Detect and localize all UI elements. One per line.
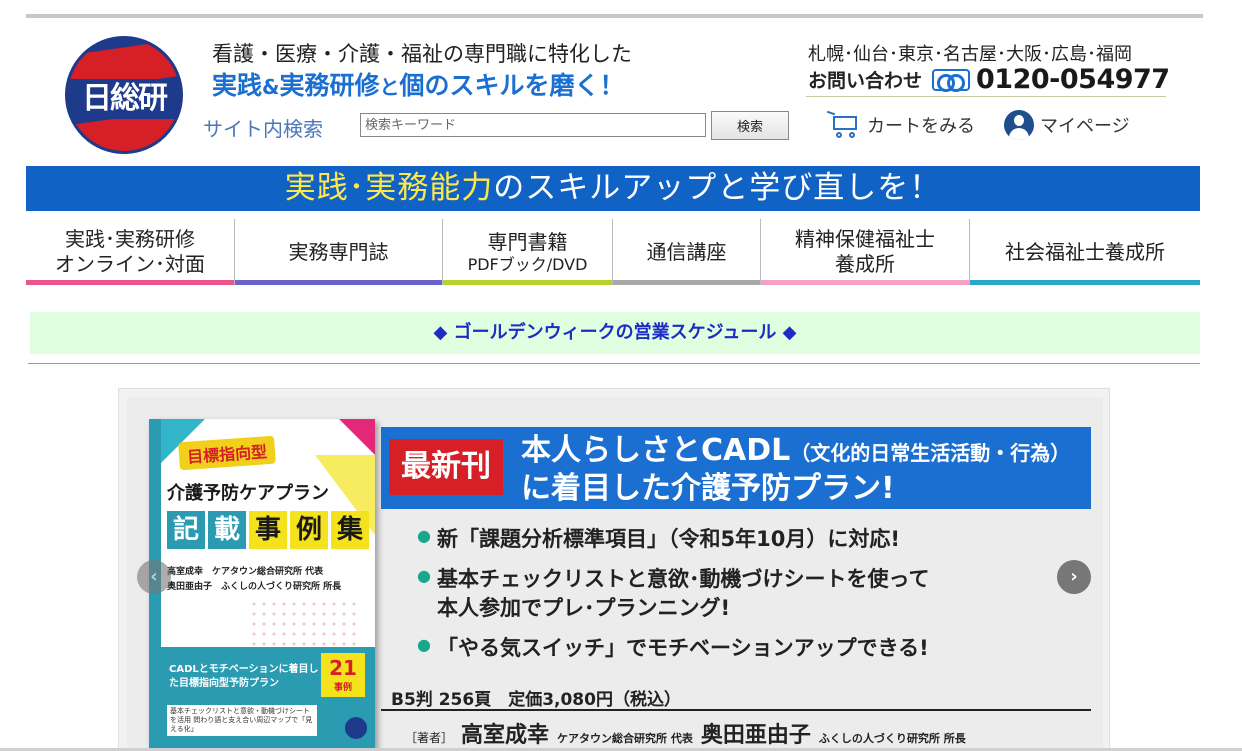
book-panel-text: CADLとモチベーションに着目した目標指向型予防プラン [169,664,319,689]
slide[interactable]: 目標指向型 介護予防ケアプラン 記 載 事 例 集 高室成幸 ケアタウン総合研究… [127,397,1103,751]
mypage-label: マイページ [1040,116,1130,137]
nav-item-label: 専門書籍 [487,229,568,254]
book-author: 高室成幸 ケアタウン総合研究所 代表 [167,567,324,577]
ad-headline-box: 最新刊 本人らしさとCADL（文化的日常生活活動・行為） に着目した介護予防プラ… [381,427,1091,509]
nav-item-training[interactable]: 実践･実務研修 オンライン･対面 [26,219,235,285]
nav-item-label: 実務専門誌 [288,239,389,264]
ad-title-line2: に着目した介護予防プラン! [521,471,895,506]
nav-item-sw-school[interactable]: 社会福祉士養成所 [970,219,1200,285]
slider-prev-button[interactable]: ‹ [137,560,171,594]
nav-item-sublabel: オンライン･対面 [55,252,205,276]
ad-title-paren: （文化的日常生活活動・行為） [790,441,1071,465]
logo-text: 日総研 [68,79,180,119]
ad-bullet: 新「課題分析標準項目」（令和5年10月）に対応! [417,525,929,553]
book-title-char: 集 [331,511,369,549]
chevron-right-icon: › [1070,566,1078,587]
nav-color-bar [761,280,969,285]
contact-info: お問い合わせ 0120-054977 [808,64,1170,95]
chevron-left-icon: ‹ [150,566,158,587]
book-case-number: 21 [329,656,357,680]
author2-org: ふくしの人づくり研究所 所長 [818,732,966,745]
search-label: サイト内検索 [203,117,323,141]
nav-item-psw-school[interactable]: 精神保健福祉士 養成所 [761,219,970,285]
book-title-char: 記 [167,511,205,549]
nav-item-label: 通信講座 [646,239,727,264]
main-nav: 実践･実務研修 オンライン･対面 実務専門誌 専門書籍 PDFブック/DVD 通… [26,219,1200,285]
author-prefix: ［著者］ [405,731,454,745]
author1-name: 高室成幸 [461,723,550,748]
book-case-unit: 事例 [333,683,352,693]
book-badge: 目標指向型 [178,435,276,471]
book-panel-strip: 基本チェックリストと意欲・動機づけシートを活用 問わり語と支え合い周辺マップで「… [167,705,317,737]
ad-bullet: 基本チェックリストと意欲･動機づけシートを使って 本人参加でプレ･プランニング! [417,565,929,622]
ad-bullet: 「やる気スイッチ」でモチベーションアップできる! [417,634,929,662]
ad-title: 本人らしさとCADL（文化的日常生活活動・行為） に着目した介護予防プラン! [521,433,1070,507]
nav-item-label: 社会福祉士養成所 [1005,239,1165,264]
gw-schedule-notice[interactable]: ◆ ゴールデンウィークの営業スケジュール ◆ [30,312,1200,354]
cart-link[interactable]: カートをみる [826,110,975,140]
promo-slider[interactable]: 目標指向型 介護予防ケアプラン 記 載 事 例 集 高室成幸 ケアタウン総合研究… [118,388,1110,751]
hero-part4: のスキルアップ [493,170,718,206]
phone-number[interactable]: 0120-054977 [976,64,1170,95]
nav-item-sublabel: 養成所 [835,252,895,276]
nav-item-label: 実践･実務研修 [65,227,195,251]
book-cover-image[interactable]: 目標指向型 介護予防ケアプラン 記 載 事 例 集 高室成幸 ケアタウン総合研究… [149,419,375,749]
search-input[interactable] [360,113,706,137]
book-case-count: 21 事例 [321,653,365,697]
search-button[interactable]: 検索 [711,111,789,140]
tagline-line1: 看護・医療・介護・福祉の専門職に特化した [212,42,632,66]
tagline-skill: 個のスキルを磨く！ [399,71,625,100]
book-title-char: 例 [290,511,328,549]
book-spec: B5判 256頁 定価3,080円（税込） [391,690,681,710]
nav-color-bar [26,280,234,285]
nav-item-sublabel: PDFブック/DVD [467,254,588,274]
top-divider [26,14,1203,18]
nav-item-label: 精神保健福祉士 [795,227,935,251]
ad-bullets: 新「課題分析標準項目」（令和5年10月）に対応! 基本チェックリストと意欲･動機… [417,525,929,674]
book-title: 介護予防ケアプラン [167,483,329,504]
book-title-char: 事 [249,511,287,549]
book-title-blocks: 記 載 事 例 集 [167,511,369,549]
slider-next-button[interactable]: › [1057,560,1091,594]
book-authors: 高室成幸 ケアタウン総合研究所 代表 奥田亜由子 ふくしの人づくり研究所 所長 [167,565,341,596]
tagline-line2: 実践&実務研修と個のスキルを磨く！ [212,66,625,102]
mypage-link[interactable]: マイページ [1004,110,1130,140]
notice-divider [28,363,1200,364]
hero-band: 実践･実務能力のスキルアップと学び直しを！ [26,166,1200,211]
book-title-char: 載 [208,511,246,549]
nav-color-bar [613,280,760,285]
hero-part5: と学び直しを！ [717,170,942,206]
cart-label: カートをみる [867,116,975,137]
tagline-to: と [379,75,400,99]
header-separator [806,96,1166,97]
hero-part3: 実務能力 [365,170,494,206]
office-cities: 札幌･仙台･東京･名古屋･大阪･広島･福岡 [808,44,1132,65]
nav-item-books[interactable]: 専門書籍 PDFブック/DVD [443,219,613,285]
nav-item-correspondence[interactable]: 通信講座 [613,219,761,285]
cart-icon [826,110,861,140]
free-dial-icon [932,68,971,92]
ad-title-line1: 本人らしさとCADL [521,433,791,468]
author2-name: 奥田亜由子 [700,723,811,748]
spec-divider [381,709,1091,711]
tagline-kenshu: 実務研修 [279,71,380,100]
book-bottom-panel: CADLとモチベーションに着目した目標指向型予防プラン 21 事例 基本チェック… [161,647,375,749]
tagline-jissen: 実践 [212,71,263,100]
book-decor [339,419,375,455]
author1-org: ケアタウン総合研究所 代表 [557,732,693,745]
publisher-logo-icon [345,717,367,739]
nav-color-bar [235,280,442,285]
author-line: ［著者］ 高室成幸 ケアタウン総合研究所 代表 奥田亜由子 ふくしの人づくり研究… [405,717,966,749]
new-release-tag: 最新刊 [389,439,503,495]
contact-label: お問い合わせ [808,70,923,92]
nav-item-journals[interactable]: 実務専門誌 [235,219,443,285]
site-logo[interactable]: 日総研 [65,36,183,154]
book-author: 奥田亜由子 ふくしの人づくり研究所 所長 [167,582,342,593]
nav-color-bar [970,280,1200,285]
tagline-amp: & [262,75,280,99]
user-icon [1004,110,1034,140]
hero-part1: 実践 [284,170,349,206]
hero-part2: ･ [348,170,366,206]
nav-color-bar [443,280,612,285]
